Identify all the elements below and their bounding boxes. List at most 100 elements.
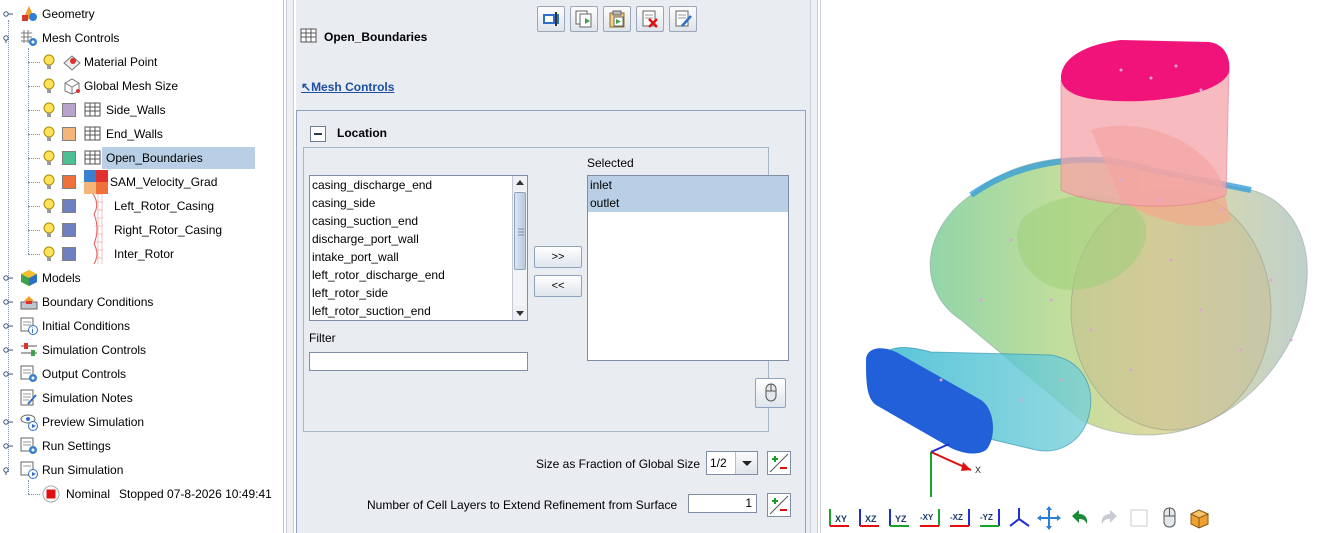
- lightbulb-icon[interactable]: [42, 245, 56, 263]
- undo-view-icon[interactable]: [1067, 506, 1092, 530]
- color-swatch[interactable]: [62, 223, 76, 237]
- reset-size-fraction-button[interactable]: [767, 451, 791, 475]
- collapse-toggle-icon[interactable]: [3, 33, 13, 43]
- scroll-down-icon[interactable]: [513, 306, 527, 320]
- expand-toggle-icon[interactable]: [3, 273, 13, 283]
- tree-item-sam-velocity-grad[interactable]: SAM_Velocity_Grad: [42, 170, 217, 194]
- project-tree: Geometry Mesh Controls Material Point Gl…: [0, 0, 284, 533]
- 3d-viewport[interactable]: X XY XZ YZ -XY -XZ -YZ: [820, 0, 1332, 533]
- expand-toggle-icon[interactable]: [3, 417, 13, 427]
- list-item[interactable]: left_rotor_suction_end: [310, 302, 527, 320]
- lightbulb-icon[interactable]: [42, 197, 56, 215]
- tree-connector: [28, 158, 40, 159]
- paste-button[interactable]: [603, 6, 631, 32]
- expand-toggle-icon[interactable]: [3, 441, 13, 451]
- copy-button[interactable]: [570, 6, 598, 32]
- collapse-toggle-icon[interactable]: [3, 465, 13, 475]
- tree-item-side-walls[interactable]: Side_Walls: [42, 98, 166, 122]
- tree-item-right-rotor-casing[interactable]: Right_Rotor_Casing: [42, 218, 222, 242]
- collapse-location-button[interactable]: [310, 126, 326, 142]
- selected-parts-list[interactable]: inlet outlet: [587, 175, 789, 361]
- tree-item-initial-conditions[interactable]: i Initial Conditions: [20, 314, 130, 338]
- tree-item-output-controls[interactable]: Output Controls: [20, 362, 126, 386]
- tree-item-left-rotor-casing[interactable]: Left_Rotor_Casing: [42, 194, 214, 218]
- tree-item-geometry[interactable]: Geometry: [20, 2, 95, 26]
- right-splitter[interactable]: [810, 0, 818, 533]
- color-swatch[interactable]: [62, 247, 76, 261]
- tree-item-global-mesh-size[interactable]: Global Mesh Size: [42, 74, 178, 98]
- rename-button[interactable]: [537, 6, 565, 32]
- color-swatch[interactable]: [62, 127, 76, 141]
- tree-item-preview-simulation[interactable]: Preview Simulation: [20, 410, 144, 434]
- mesh-controls-link[interactable]: ↖Mesh Controls: [301, 80, 394, 94]
- edit-notes-button[interactable]: [669, 6, 697, 32]
- color-swatch[interactable]: [62, 151, 76, 165]
- expand-toggle-icon[interactable]: [3, 321, 13, 331]
- lightbulb-icon[interactable]: [42, 101, 56, 119]
- list-item[interactable]: inlet: [588, 176, 788, 194]
- chevron-down-icon[interactable]: [735, 452, 757, 474]
- cell-layers-input[interactable]: 1: [688, 494, 757, 513]
- view-xy-button[interactable]: XY: [827, 506, 852, 530]
- inlet-boundary: [866, 347, 1092, 454]
- left-splitter[interactable]: [286, 0, 294, 533]
- available-parts-list[interactable]: casing_discharge_end casing_side casing_…: [309, 175, 528, 321]
- tree-item-end-walls[interactable]: End_Walls: [42, 122, 163, 146]
- lightbulb-icon[interactable]: [42, 53, 56, 71]
- expand-toggle-icon[interactable]: [3, 345, 13, 355]
- color-swatch[interactable]: [62, 175, 76, 189]
- expand-toggle-icon[interactable]: [3, 297, 13, 307]
- delete-button[interactable]: [636, 6, 664, 32]
- scroll-up-icon[interactable]: [513, 176, 527, 190]
- list-item[interactable]: intake_port_wall: [310, 248, 527, 266]
- add-selected-button[interactable]: >>: [534, 246, 582, 268]
- color-swatch[interactable]: [62, 199, 76, 213]
- tree-item-simulation-notes[interactable]: Simulation Notes: [20, 386, 133, 410]
- tree-item-simulation-controls[interactable]: Simulation Controls: [20, 338, 146, 362]
- lightbulb-icon[interactable]: [42, 221, 56, 239]
- tree-item-label: Side_Walls: [106, 103, 166, 117]
- collapse-toggle-icon[interactable]: [3, 9, 13, 19]
- list-item[interactable]: casing_suction_end: [310, 212, 527, 230]
- view-neg-xz-button[interactable]: -XZ: [947, 506, 972, 530]
- view-yz-button[interactable]: YZ: [887, 506, 912, 530]
- list-item[interactable]: left_rotor_side: [310, 284, 527, 302]
- tree-item-run-simulation[interactable]: Run Simulation: [20, 458, 123, 482]
- lightbulb-icon[interactable]: [42, 125, 56, 143]
- tree-item-boundary-conditions[interactable]: Boundary Conditions: [20, 290, 153, 314]
- list-scrollbar[interactable]: [512, 176, 527, 320]
- expand-toggle-icon[interactable]: [3, 369, 13, 379]
- tree-item-inter-rotor[interactable]: Inter_Rotor: [42, 242, 174, 266]
- filter-input[interactable]: [309, 352, 528, 371]
- tree-item-mesh-controls[interactable]: Mesh Controls: [20, 26, 119, 50]
- list-item[interactable]: casing_discharge_end: [310, 176, 527, 194]
- reset-cell-layers-button[interactable]: [767, 493, 791, 517]
- list-item[interactable]: casing_side: [310, 194, 527, 212]
- tree-item-run-nominal[interactable]: Nominal Stopped 07-8-2026 10:49:41: [42, 482, 272, 506]
- tree-item-open-boundaries[interactable]: Open_Boundaries: [42, 146, 255, 170]
- list-item[interactable]: discharge_port_wall: [310, 230, 527, 248]
- view-neg-yz-button[interactable]: -YZ: [977, 506, 1002, 530]
- pan-icon[interactable]: [1037, 506, 1062, 530]
- size-fraction-select[interactable]: 1/2: [706, 451, 758, 475]
- tree-item-models[interactable]: Models: [20, 266, 81, 290]
- shaded-view-icon[interactable]: [1187, 506, 1212, 530]
- mouse-mode-icon[interactable]: [1157, 506, 1182, 530]
- list-item[interactable]: outlet: [588, 194, 788, 212]
- remove-selected-button[interactable]: <<: [534, 275, 582, 297]
- redo-view-icon[interactable]: [1097, 506, 1122, 530]
- list-item[interactable]: left_rotor_discharge_end: [310, 266, 527, 284]
- lightbulb-icon[interactable]: [42, 149, 56, 167]
- color-swatch[interactable]: [62, 103, 76, 117]
- tree-item-material-point[interactable]: Material Point: [42, 50, 157, 74]
- lightbulb-icon[interactable]: [42, 77, 56, 95]
- view-neg-xy-button[interactable]: -XY: [917, 506, 942, 530]
- view-xz-button[interactable]: XZ: [857, 506, 882, 530]
- scroll-thumb[interactable]: [514, 192, 526, 270]
- isometric-view-icon[interactable]: [1007, 506, 1032, 530]
- tree-item-run-settings[interactable]: Run Settings: [20, 434, 111, 458]
- pick-from-view-button[interactable]: [755, 378, 786, 408]
- background-color-icon[interactable]: [1127, 506, 1152, 530]
- cell-layers-label: Number of Cell Layers to Extend Refineme…: [367, 498, 678, 512]
- lightbulb-icon[interactable]: [42, 173, 56, 191]
